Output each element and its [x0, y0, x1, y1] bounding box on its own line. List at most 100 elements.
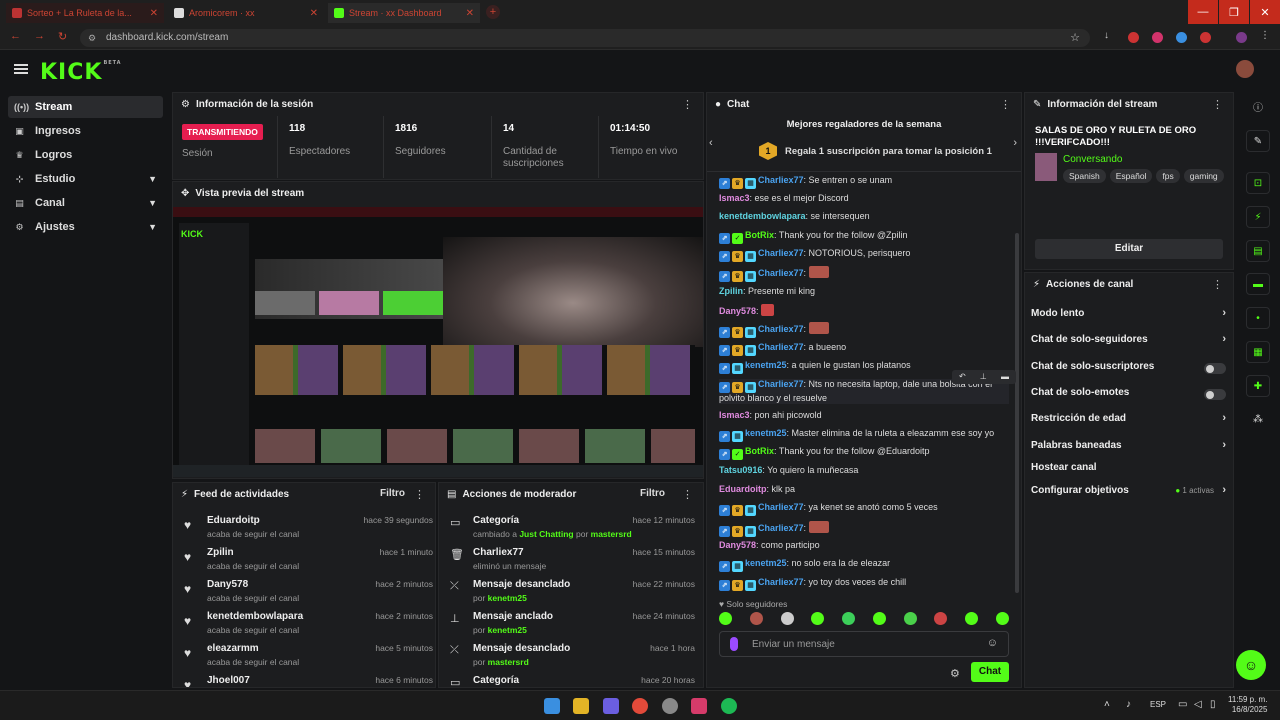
- chat-username[interactable]: Charliex77: [758, 342, 804, 352]
- chat-username[interactable]: Tatsu0916: [719, 465, 762, 475]
- chat-message[interactable]: ⇗ ✓ BotRix: Thank you for the follow @Zpil…: [719, 230, 1014, 244]
- lightning-icon[interactable]: ⚡: [1246, 206, 1270, 228]
- chat-username[interactable]: kenetm25: [745, 428, 787, 438]
- list-icon[interactable]: ▤: [1246, 240, 1270, 262]
- chat-settings-icon[interactable]: ⚙: [950, 667, 960, 680]
- chat-username[interactable]: Ismac3: [719, 410, 750, 420]
- chat-username[interactable]: Dany578: [719, 540, 756, 550]
- network-icon[interactable]: ▭: [1178, 699, 1187, 710]
- trash-icon[interactable]: ▬: [1001, 370, 1009, 384]
- broadcast-icon[interactable]: •: [1246, 307, 1270, 329]
- spotify-icon[interactable]: [721, 698, 737, 714]
- chat-message[interactable]: ⇗ ♛ ▦ Charliex77:: [719, 266, 1014, 282]
- hamburger-menu-icon[interactable]: [14, 64, 28, 74]
- stream-category[interactable]: Conversando: [1063, 154, 1122, 165]
- windows-start-icon[interactable]: [544, 698, 560, 714]
- site-info-icon[interactable]: ⚙: [88, 29, 96, 47]
- chat-username[interactable]: kenetm25: [745, 558, 787, 568]
- close-icon[interactable]: ✕: [150, 8, 158, 19]
- help-chat-button[interactable]: ☺: [1236, 650, 1266, 680]
- sidebar-item-canal[interactable]: ▤ Canal ▼: [8, 192, 163, 214]
- reload-icon[interactable]: ↻: [58, 30, 67, 43]
- reply-icon[interactable]: ↶: [959, 370, 966, 384]
- edit-button[interactable]: Editar: [1035, 239, 1223, 259]
- chat-message[interactable]: Ismac3: pon ahi picowold: [719, 410, 1014, 421]
- user-avatar[interactable]: [1236, 60, 1254, 78]
- chat-username[interactable]: Charliex77: [758, 248, 804, 258]
- subscribers-only-toggle[interactable]: [1204, 363, 1226, 374]
- chat-message[interactable]: ⇗ ♛ ▦ Charliex77:: [719, 521, 1014, 537]
- extension-icon[interactable]: [1128, 32, 1139, 43]
- chat-message[interactable]: ⇗ ♛ ▦ Charliex77:: [719, 322, 1014, 338]
- chat-username[interactable]: Charliex77: [758, 379, 804, 389]
- emote-icon[interactable]: [965, 612, 979, 625]
- chat-username[interactable]: Charliex77: [758, 577, 804, 587]
- chat-message[interactable]: Ismac3: ese es el mejor Discord: [719, 193, 1014, 204]
- emote-icon[interactable]: [749, 612, 763, 625]
- chat-username[interactable]: Charliex77: [758, 175, 804, 185]
- chat-message[interactable]: Zpilin: Presente mi king: [719, 286, 1014, 297]
- extension-icon[interactable]: [1200, 32, 1211, 43]
- layout-icon[interactable]: ▦: [1246, 341, 1270, 363]
- pencil-icon[interactable]: ✎: [1246, 130, 1270, 152]
- close-icon[interactable]: ✕: [310, 8, 318, 19]
- slow-mode-action[interactable]: Modo lento ›: [1031, 307, 1226, 324]
- profile-avatar[interactable]: [1236, 32, 1247, 43]
- close-icon[interactable]: ✕: [466, 8, 474, 19]
- sidebar-item-stream[interactable]: ((•)) Stream: [8, 96, 163, 118]
- chat-username[interactable]: Charliex77: [758, 523, 804, 533]
- chevron-left-icon[interactable]: ‹: [709, 137, 713, 149]
- obs-icon[interactable]: [662, 698, 678, 714]
- send-chat-button[interactable]: Chat: [971, 662, 1009, 682]
- microphone-icon[interactable]: [730, 637, 738, 651]
- browser-tab-active[interactable]: Stream · xx Dashboard ✕: [328, 3, 480, 23]
- tiktok-icon[interactable]: [691, 698, 707, 714]
- chat-message[interactable]: kenetdembowlapara: se intersequen: [719, 211, 1014, 222]
- more-options-icon[interactable]: ⋮: [414, 488, 425, 501]
- host-channel-action[interactable]: Hostear canal: [1031, 462, 1226, 478]
- kick-logo[interactable]: KICKBETA: [40, 60, 122, 85]
- more-options-icon[interactable]: ⋮: [1212, 278, 1223, 291]
- more-options-icon[interactable]: ⋮: [1212, 98, 1223, 111]
- chat-message[interactable]: ⇗ ♛ ▦ Charliex77: ya kenet se anotó como 5 …: [719, 502, 1014, 516]
- chat-message[interactable]: ⇗ ▦ kenetm25: Master elimina de la ruleta …: [719, 428, 1014, 442]
- language-indicator[interactable]: ESP: [1150, 700, 1166, 709]
- bookmark-star-icon[interactable]: ☆: [1070, 29, 1080, 47]
- chat-username[interactable]: Charliex77: [758, 324, 804, 334]
- emote-icon[interactable]: [780, 612, 794, 625]
- sidebar-item-estudio[interactable]: ⊹ Estudio ▼: [8, 168, 163, 190]
- chat-message[interactable]: Dany578:: [719, 304, 1014, 317]
- filter-button[interactable]: Filtro: [380, 488, 405, 499]
- chat-message[interactable]: Dany578: como participo: [719, 540, 1014, 551]
- forward-icon[interactable]: →: [34, 30, 45, 42]
- discord-icon[interactable]: [603, 698, 619, 714]
- maximize-button[interactable]: ❐: [1219, 0, 1249, 24]
- chat-username[interactable]: kenetdembowlapara: [719, 211, 806, 221]
- chat-username[interactable]: Charliex77: [758, 502, 804, 512]
- sidebar-item-ajustes[interactable]: ⚙ Ajustes ▼: [8, 216, 163, 238]
- configure-goals-action[interactable]: Configurar objetivos ● 1 activas ›: [1031, 484, 1226, 501]
- chat-message[interactable]: ⇗ ▦ kenetm25: no solo era la de eleazar: [719, 558, 1014, 572]
- pin-icon[interactable]: ⊥: [980, 370, 987, 384]
- info-icon[interactable]: ⓘ: [1246, 95, 1270, 117]
- new-tab-button[interactable]: +: [486, 5, 500, 19]
- emote-icon[interactable]: [995, 612, 1009, 625]
- menu-dots-icon[interactable]: ⋮: [1260, 30, 1270, 41]
- extension-icon[interactable]: [1176, 32, 1187, 43]
- emote-icon[interactable]: [872, 612, 886, 625]
- chat-username[interactable]: BotRix: [745, 230, 774, 240]
- chat-message[interactable]: ⇗ ♛ ▦ Charliex77: yo toy dos veces de chill: [719, 577, 1014, 591]
- screen-icon[interactable]: ⊡: [1246, 172, 1270, 194]
- chat-message[interactable]: ⇗ ♛ ▦ Charliex77: Se entren o se unam: [719, 175, 1014, 189]
- more-options-icon[interactable]: ⋮: [682, 98, 693, 111]
- battery-icon[interactable]: ▯: [1210, 699, 1216, 710]
- apps-icon[interactable]: ⁂: [1246, 408, 1270, 430]
- wrench-icon[interactable]: ✚: [1246, 375, 1270, 397]
- url-field[interactable]: ⚙ dashboard.kick.com/stream ☆: [80, 29, 1090, 47]
- emote-icon[interactable]: [903, 612, 917, 625]
- volume-icon[interactable]: ◁: [1194, 699, 1202, 710]
- tray-chevron-icon[interactable]: ˄: [1104, 699, 1110, 710]
- sidebar-item-ingresos[interactable]: ▣ Ingresos: [8, 120, 163, 142]
- more-options-icon[interactable]: ⋮: [682, 488, 693, 501]
- clock[interactable]: 11:59 p. m. 16/8/2025: [1228, 695, 1267, 715]
